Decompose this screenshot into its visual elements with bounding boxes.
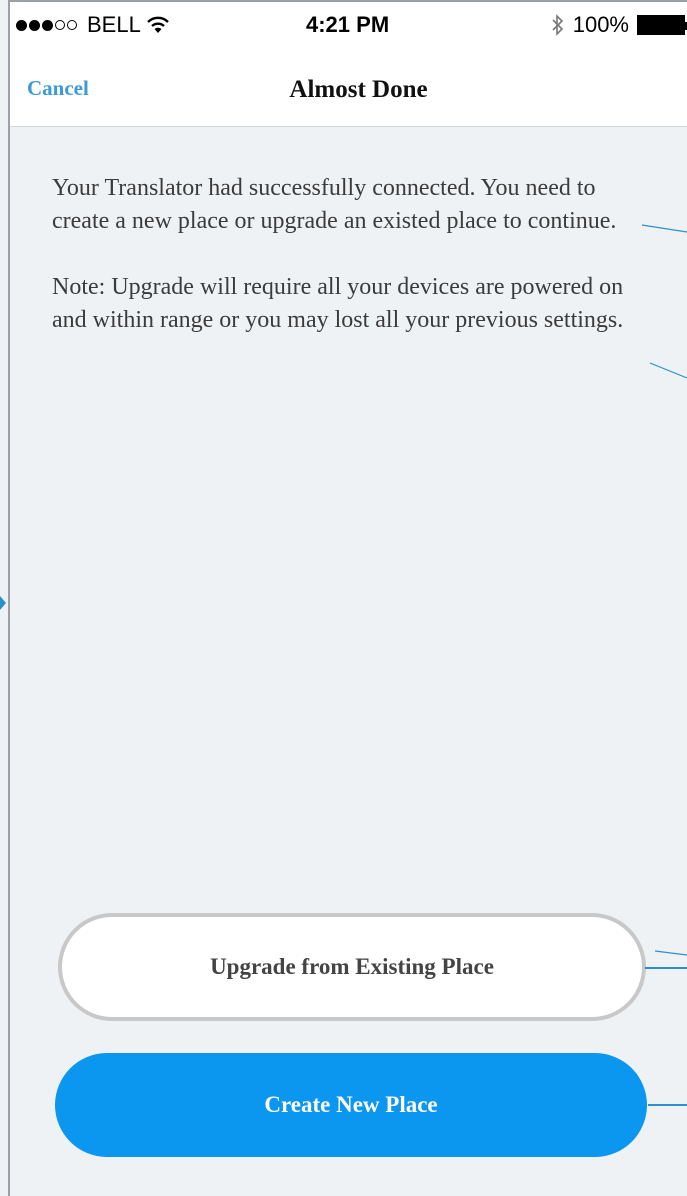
annotation-lines: [0, 224, 687, 1106]
phone-screen: BELL 4:21 PM 100% Cancel Almost Done You…: [0, 0, 687, 1196]
annotation-line-message: [641, 224, 687, 233]
annotation-line-upgrade-top: [654, 950, 687, 956]
annotation-line-note: [649, 362, 687, 379]
annotation-arrow-left: [0, 596, 6, 610]
